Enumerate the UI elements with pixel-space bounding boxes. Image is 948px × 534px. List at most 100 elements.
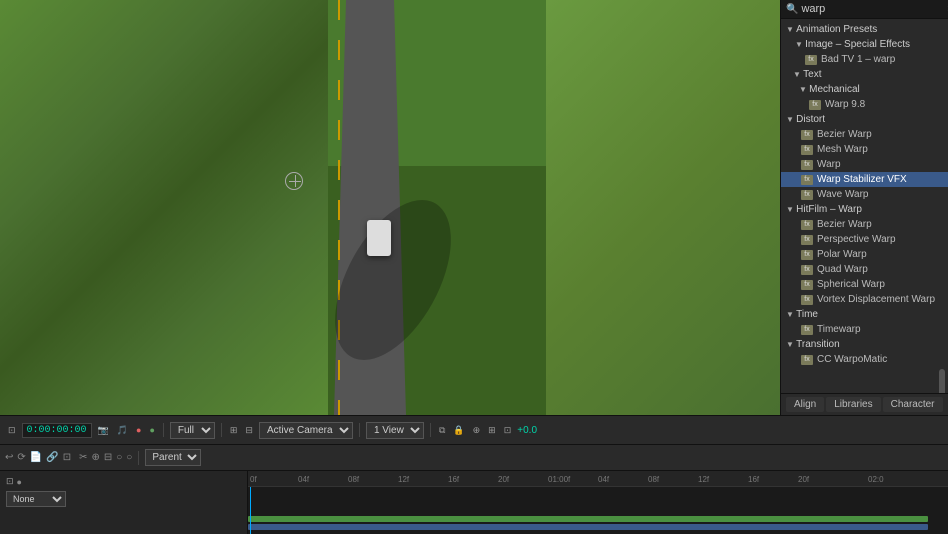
layer-icon[interactable]: ⊞: [486, 424, 498, 437]
effect-warp-stabilizer-vfx[interactable]: fx Warp Stabilizer VFX: [781, 172, 948, 187]
effect-icon: fx: [801, 295, 813, 305]
tl-icon-9[interactable]: ○: [116, 452, 122, 463]
color2-icon[interactable]: ●: [147, 424, 156, 436]
effect-label: Perspective Warp: [817, 234, 896, 245]
tl-icon-4[interactable]: 🔗: [46, 452, 58, 463]
timeline-content: ⊡ ● None 0f 04f 08f 12f 16f 20f 01:00f 0: [0, 471, 948, 534]
effect-wave-warp[interactable]: fx Wave Warp: [781, 187, 948, 202]
effect-bad-tv-warp[interactable]: fx Bad TV 1 – warp: [781, 52, 948, 67]
effects-list[interactable]: Animation Presets Image – Special Effect…: [781, 19, 948, 393]
camera-select[interactable]: Active Camera: [259, 422, 353, 439]
tl-icon-3[interactable]: 📄: [30, 452, 42, 463]
tab-libraries[interactable]: Libraries: [826, 397, 880, 412]
section-distort[interactable]: Distort: [781, 112, 948, 127]
ruler-mark-08f-2: 08f: [648, 475, 659, 484]
color-icon[interactable]: ●: [134, 424, 143, 436]
effect-label: Mesh Warp: [817, 144, 868, 155]
motion-icon[interactable]: ⊡: [502, 424, 514, 437]
section-transition[interactable]: Transition: [781, 337, 948, 352]
effect-timewarp[interactable]: fx Timewarp: [781, 322, 948, 337]
effect-hf-bezier-warp[interactable]: fx Bezier Warp: [781, 217, 948, 232]
effect-label: Vortex Displacement Warp: [817, 294, 935, 305]
tl-icon-2[interactable]: ⟳: [17, 452, 25, 463]
tab-align[interactable]: Align: [786, 397, 824, 412]
road-lines: [338, 0, 340, 415]
right-panel: 🔍 warp ✕ Animation Presets Image – Speci…: [780, 0, 948, 415]
timeline-right[interactable]: 0f 04f 08f 12f 16f 20f 01:00f 04f 08f 12…: [248, 471, 948, 534]
effect-label: Warp Stabilizer VFX: [817, 174, 907, 185]
subsection-image-special-effects[interactable]: Image – Special Effects: [781, 37, 948, 52]
effect-label: Quad Warp: [817, 264, 868, 275]
frame-icon[interactable]: ⧉: [437, 424, 447, 437]
tl-separator: [138, 451, 139, 465]
section-animation-presets[interactable]: Animation Presets: [781, 22, 948, 37]
timeline-tools: ↩ ⟳ 📄 🔗 ⊡ ✂ ⊕ ⊟ ○ ○ Parent: [0, 445, 948, 471]
effect-label: Bezier Warp: [817, 219, 872, 230]
tab-character[interactable]: Character: [883, 397, 943, 412]
effect-icon: fx: [801, 145, 813, 155]
tl-icon-8[interactable]: ⊟: [104, 452, 112, 463]
field-left: [0, 0, 328, 415]
ruler-mark-16f-2: 16f: [748, 475, 759, 484]
tl-icon-10[interactable]: ○: [126, 452, 132, 463]
subsection-text[interactable]: Text: [781, 67, 948, 82]
effect-polar-warp[interactable]: fx Polar Warp: [781, 247, 948, 262]
timeline-ruler: 0f 04f 08f 12f 16f 20f 01:00f 04f 08f 12…: [248, 471, 948, 487]
separator2: [221, 423, 222, 437]
search-bar: 🔍 warp ✕: [781, 0, 948, 19]
effect-icon: fx: [801, 220, 813, 230]
effect-warp[interactable]: fx Warp: [781, 157, 948, 172]
tl-icon-1[interactable]: ↩: [5, 452, 13, 463]
playhead[interactable]: [250, 487, 251, 534]
audio-icon[interactable]: 🎵: [115, 424, 130, 437]
separator4: [430, 423, 431, 437]
ruler-mark-04f: 04f: [298, 475, 309, 484]
effect-perspective-warp[interactable]: fx Perspective Warp: [781, 232, 948, 247]
effect-icon: fx: [801, 190, 813, 200]
effect-label: Polar Warp: [817, 249, 867, 260]
time-display[interactable]: 0:00:00:00: [22, 423, 92, 438]
track-icon: ⊡: [6, 476, 14, 487]
effect-quad-warp[interactable]: fx Quad Warp: [781, 262, 948, 277]
tl-icon-7[interactable]: ⊕: [91, 452, 99, 463]
effect-label: Spherical Warp: [817, 279, 885, 290]
expand-icon[interactable]: ⊡: [6, 424, 18, 437]
view-count-select[interactable]: 1 View: [366, 422, 424, 439]
section-hitfilm-warp[interactable]: HitFilm – Warp: [781, 202, 948, 217]
search-input[interactable]: warp: [801, 3, 943, 15]
parent-select[interactable]: Parent: [145, 449, 201, 466]
effect-bezier-warp[interactable]: fx Bezier Warp: [781, 127, 948, 142]
lock-icon[interactable]: 🔒: [451, 424, 466, 437]
effect-warp-9-8[interactable]: fx Warp 9.8: [781, 97, 948, 112]
tl-icon-5[interactable]: ⊡: [63, 452, 71, 463]
effect-spherical-warp[interactable]: fx Spherical Warp: [781, 277, 948, 292]
ruler-mark-16f: 16f: [448, 475, 459, 484]
overlay-icon[interactable]: ⊟: [243, 424, 255, 437]
magnet-icon[interactable]: ⊕: [471, 424, 483, 437]
effect-label: CC WarpoMatic: [817, 354, 887, 365]
none-select[interactable]: None: [6, 491, 66, 507]
track-bar-blue: [248, 524, 928, 530]
main-area: 🔍 warp ✕ Animation Presets Image – Speci…: [0, 0, 948, 415]
effect-cc-warpomatic[interactable]: fx CC WarpoMatic: [781, 352, 948, 367]
ruler-mark-20f: 20f: [498, 475, 509, 484]
effect-icon: fx: [801, 175, 813, 185]
bottom-tabs: Align Libraries Character: [781, 393, 948, 415]
ruler-mark-08f: 08f: [348, 475, 359, 484]
effect-icon: fx: [809, 100, 821, 110]
effect-vortex-displacement-warp[interactable]: fx Vortex Displacement Warp: [781, 292, 948, 307]
track-vis-icon[interactable]: ●: [17, 477, 22, 487]
separator: [163, 423, 164, 437]
quality-select[interactable]: Full: [170, 422, 215, 439]
subsection-mechanical[interactable]: Mechanical: [781, 82, 948, 97]
video-panel: [0, 0, 780, 415]
ruler-mark-12f: 12f: [398, 475, 409, 484]
separator3: [359, 423, 360, 437]
section-time[interactable]: Time: [781, 307, 948, 322]
effect-label: Warp: [817, 159, 841, 170]
effect-label: Bad TV 1 – warp: [821, 54, 895, 65]
effect-mesh-warp[interactable]: fx Mesh Warp: [781, 142, 948, 157]
grid-icon[interactable]: ⊞: [228, 424, 240, 437]
camera-icon[interactable]: 📷: [96, 424, 111, 437]
tl-icon-6[interactable]: ✂: [79, 452, 87, 463]
